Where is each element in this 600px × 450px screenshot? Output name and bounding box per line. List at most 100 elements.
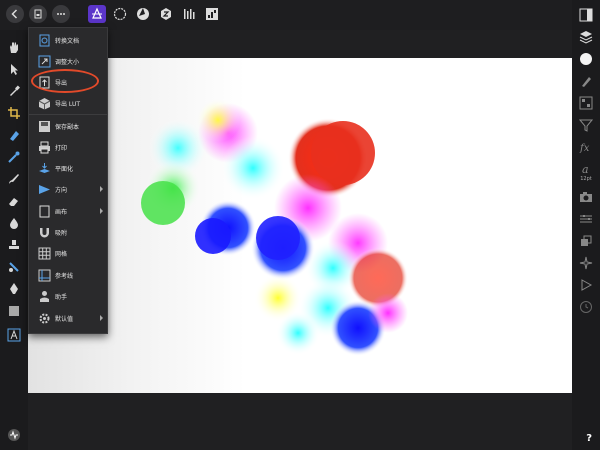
menu-item-print[interactable]: 打印 [29, 136, 107, 158]
svg-text:a: a [582, 163, 589, 176]
menu-item-export-lut[interactable]: 导出 LUT [29, 92, 107, 114]
play-icon [581, 279, 593, 291]
stamp-icon [9, 240, 19, 249]
assistant-icon [37, 289, 51, 303]
menu-item-grid[interactable]: 网格 [29, 242, 107, 264]
erase-tool[interactable] [4, 192, 24, 210]
crop-tool[interactable] [4, 104, 24, 122]
more-dots-icon [57, 13, 65, 15]
paint-brush-tool[interactable] [4, 170, 24, 188]
menu-item-assistant[interactable]: 助手 [29, 285, 107, 307]
adjustments-button[interactable] [577, 116, 595, 134]
drop-icon [10, 218, 18, 229]
retouch-tool[interactable] [4, 258, 24, 276]
back-button[interactable] [6, 5, 24, 23]
arrow-left-icon [11, 9, 18, 19]
submenu-arrow-icon [100, 315, 103, 321]
activity-icon [8, 429, 20, 441]
layers-button[interactable] [577, 28, 595, 46]
menu-item-save-copy[interactable]: 保存副本 [29, 115, 107, 137]
transform-button[interactable] [577, 232, 595, 250]
aperture-icon [137, 8, 149, 20]
canvas-icon [37, 204, 51, 218]
sliders-icon [580, 215, 592, 223]
menu-item-snapping[interactable]: 吸附 [29, 221, 107, 243]
retouch-icon [9, 262, 19, 272]
document-canvas[interactable] [28, 58, 572, 393]
submenu-arrow-icon [100, 208, 103, 214]
filter-icon [579, 119, 593, 132]
audio-persona-button[interactable] [180, 5, 198, 23]
sliders-button[interactable] [577, 210, 595, 228]
submenu-arrow-icon [100, 186, 103, 192]
tone-mapping-persona-button[interactable] [157, 5, 175, 23]
document-button[interactable] [29, 5, 47, 23]
text-tool[interactable] [4, 326, 24, 344]
activity-tool[interactable] [4, 426, 24, 444]
flood-select-tool[interactable] [4, 148, 24, 166]
document-convert-icon [37, 33, 51, 47]
color-picker-tool[interactable] [4, 82, 24, 100]
studio-panel: fx a 12pt ? [572, 0, 600, 450]
tools-panel [0, 30, 28, 450]
bars-icon [184, 9, 195, 19]
wand-icon [8, 151, 20, 163]
menu-item-orientation[interactable]: 方向 [29, 178, 107, 200]
transform-icon [581, 235, 592, 246]
menu-item-flatten[interactable]: 平面化 [29, 157, 107, 179]
menu-item-guides[interactable]: 参考线 [29, 264, 107, 286]
pen-icon [10, 283, 18, 294]
export-persona-icon [206, 8, 218, 20]
selection-brush-icon [10, 131, 19, 141]
selection-brush-tool[interactable] [4, 126, 24, 144]
macro-button[interactable] [577, 276, 595, 294]
guides-icon [37, 268, 51, 282]
navigator-button[interactable] [577, 254, 595, 272]
liquify-persona-button[interactable] [111, 5, 129, 23]
text-frame-icon [7, 328, 21, 342]
photo-persona-icon [92, 7, 102, 19]
eraser-icon [9, 198, 18, 206]
printer-icon [37, 140, 51, 154]
save-copy-icon [37, 119, 51, 133]
artwork [141, 98, 408, 356]
export-persona-button[interactable] [203, 5, 221, 23]
menu-item-convert-document[interactable]: 转换文档 [29, 29, 107, 51]
brushes-icon [582, 77, 591, 87]
pen-tool[interactable] [4, 280, 24, 298]
fill-tool[interactable] [4, 214, 24, 232]
menu-item-canvas[interactable]: 画布 [29, 200, 107, 222]
more-button[interactable] [52, 5, 70, 23]
orientation-icon [37, 182, 51, 196]
channels-button[interactable] [577, 94, 595, 112]
menu-item-defaults[interactable]: 默认值 [29, 307, 107, 329]
hand-icon [10, 42, 18, 53]
gear-icon [37, 311, 51, 325]
move-tool[interactable] [4, 60, 24, 78]
photo-persona-button[interactable] [88, 5, 106, 23]
clone-tool[interactable] [4, 236, 24, 254]
camera-icon [580, 192, 592, 202]
brushes-button[interactable] [577, 72, 595, 90]
view-tool[interactable] [4, 38, 24, 56]
help-button[interactable]: ? [586, 433, 592, 444]
font-size-label: 12pt [580, 176, 592, 182]
camera-button[interactable] [577, 188, 595, 206]
document-icon [34, 9, 42, 19]
compass-icon [579, 256, 593, 270]
liquify-icon [113, 7, 127, 21]
square-icon [9, 306, 19, 316]
toggle-studio-button[interactable] [577, 6, 595, 24]
history-icon [580, 301, 592, 313]
layers-icon [579, 31, 593, 44]
develop-persona-button[interactable] [134, 5, 152, 23]
eyedropper-icon [10, 85, 20, 96]
history-button[interactable] [577, 298, 595, 316]
brush-icon [9, 174, 19, 184]
svg-text:fx: fx [579, 143, 590, 154]
color-button[interactable] [577, 50, 595, 68]
shape-tool[interactable] [4, 302, 24, 320]
effects-button[interactable]: fx [577, 138, 595, 156]
flatten-icon [37, 161, 51, 175]
color-swatch-icon [580, 53, 592, 65]
